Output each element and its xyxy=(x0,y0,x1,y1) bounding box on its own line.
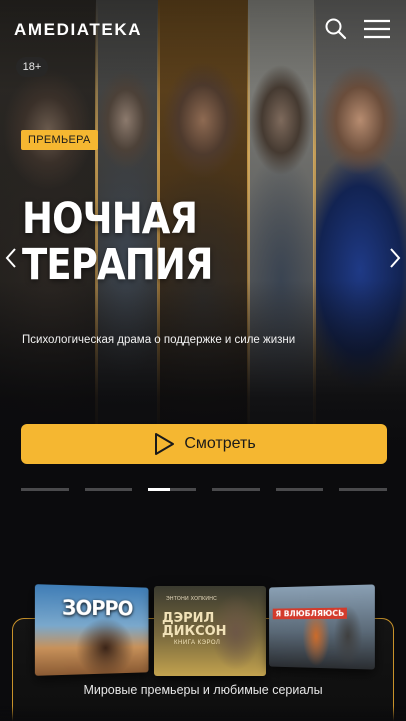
show-title-line: ТЕРАПИЯ xyxy=(22,240,213,290)
carousel-pagination xyxy=(21,488,387,492)
carousel-dot[interactable] xyxy=(21,488,69,491)
poster-title: ДЭРИЛ ДИКСОН xyxy=(162,611,227,639)
carousel-dot[interactable] xyxy=(212,488,260,491)
carousel-dot-progress xyxy=(148,488,170,491)
chevron-right-icon[interactable] xyxy=(386,244,404,272)
poster-title: ЗОРРО xyxy=(61,595,133,621)
poster-top-text: ЭНТОНИ ХОПКИНС xyxy=(166,596,218,602)
top-header: AMEDIATEKA xyxy=(0,0,406,58)
search-icon[interactable] xyxy=(322,15,350,43)
promo-fade xyxy=(0,706,406,721)
premiere-badge: ПРЕМЬЕРА xyxy=(21,130,98,150)
chevron-left-icon[interactable] xyxy=(2,244,20,272)
promo-caption: Мировые премьеры и любимые сериалы xyxy=(83,683,323,697)
hero-banner[interactable]: AMEDIATEKA 18+ ПРЕМЬЕРА НОЧНАЯ ТЕРАПИЯ П… xyxy=(0,0,406,510)
play-icon xyxy=(152,432,176,456)
poster-series[interactable]: Я ВЛЮБЛЯЮСЬ xyxy=(269,584,375,670)
show-title: НОЧНАЯ ТЕРАПИЯ xyxy=(22,196,213,288)
show-title-line: НОЧНАЯ xyxy=(22,194,198,244)
show-tagline: Психологическая драма о поддержке и силе… xyxy=(22,334,296,346)
carousel-dot[interactable] xyxy=(148,488,196,491)
carousel-dot[interactable] xyxy=(339,488,387,491)
age-rating-badge: 18+ xyxy=(16,57,48,77)
carousel-dot[interactable] xyxy=(84,488,133,491)
amediateka-logo[interactable]: AMEDIATEKA xyxy=(14,20,142,40)
watch-button-label: Смотреть xyxy=(184,435,256,452)
poster-daryl-dixon[interactable]: ЭНТОНИ ХОПКИНС ДЭРИЛ ДИКСОН КНИГА КЭРОЛ xyxy=(154,586,266,676)
poster-subtitle: КНИГА КЭРОЛ xyxy=(174,640,221,646)
carousel-dot[interactable] xyxy=(275,488,324,491)
poster-title: Я ВЛЮБЛЯЮСЬ xyxy=(272,607,348,620)
watch-button[interactable]: Смотреть xyxy=(21,424,387,464)
poster-zorro[interactable]: ЗОРРО xyxy=(34,584,149,676)
hamburger-menu-icon[interactable] xyxy=(362,16,392,42)
